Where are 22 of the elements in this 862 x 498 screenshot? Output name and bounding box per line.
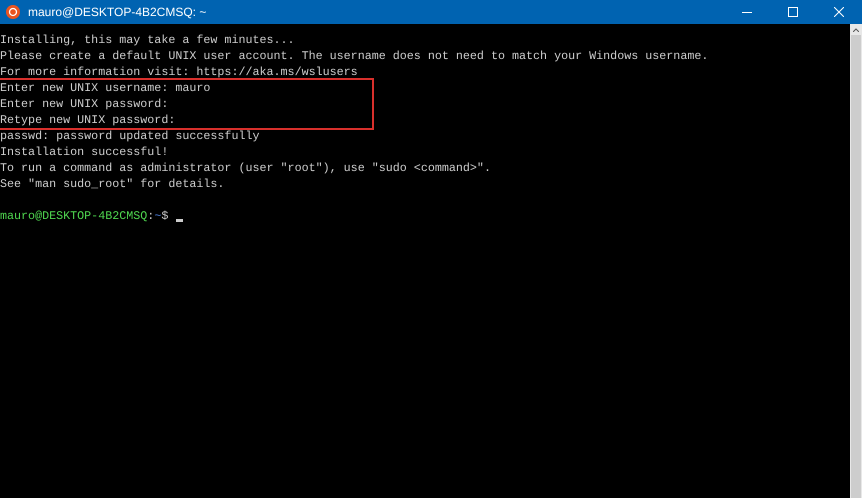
terminal-line: Installing, this may take a few minutes... — [0, 32, 295, 48]
terminal-line: Retype new UNIX password: — [0, 112, 176, 128]
terminal-line: Enter new UNIX username: mauro — [0, 80, 210, 96]
maximize-icon — [788, 7, 798, 17]
app-logo-icon — [6, 5, 20, 19]
window-title: mauro@DESKTOP-4B2CMSQ: ~ — [28, 4, 206, 21]
terminal-line: For more information visit: https://aka.ms/wslusers — [0, 64, 358, 80]
text-cursor — [176, 218, 184, 222]
scroll-up-icon[interactable] — [853, 28, 859, 32]
terminal-line: See "man sudo_root" for details. — [0, 176, 224, 192]
prompt-symbol: $ — [161, 208, 168, 224]
scrollbar[interactable] — [850, 24, 862, 498]
prompt-user-host: mauro@DESKTOP-4B2CMSQ — [0, 208, 148, 224]
terminal-line: passwd: password updated successfully — [0, 128, 260, 144]
scrollbar-thumb[interactable] — [851, 35, 861, 498]
terminal-line: To run a command as administrator (user "root"), use "sudo <command>". — [0, 160, 491, 176]
prompt-separator: : — [147, 208, 154, 224]
prompt-path: ~ — [154, 208, 162, 224]
terminal-line: Enter new UNIX password: — [0, 96, 168, 112]
close-icon — [834, 7, 844, 17]
terminal-line: Please create a default UNIX user account. The username does not need to match your Windows username. — [0, 48, 708, 64]
terminal-line: Installation successful! — [0, 144, 168, 160]
